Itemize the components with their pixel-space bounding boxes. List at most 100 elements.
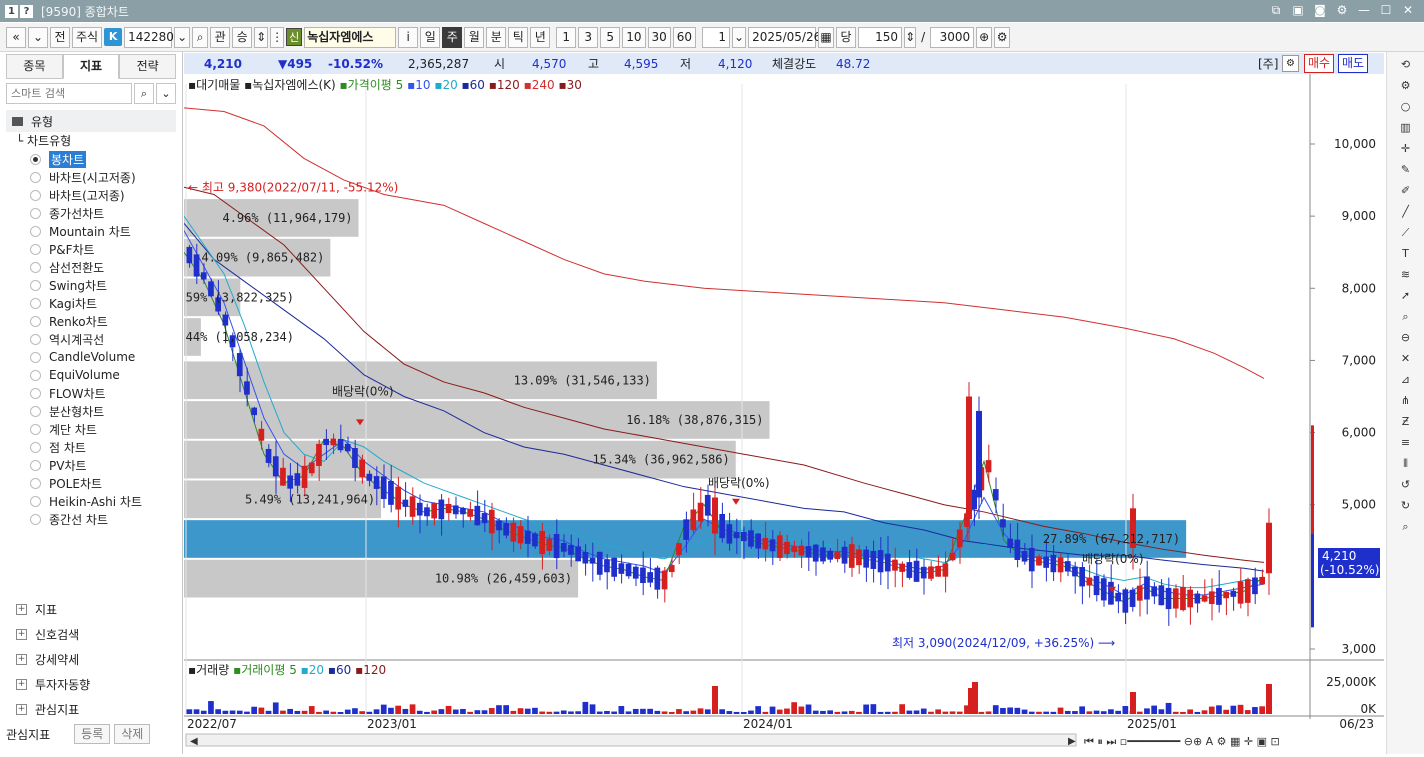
chart-type-item[interactable]: POLE차트 [30,474,182,492]
radio-icon[interactable] [30,423,41,435]
buy-button[interactable]: 매수 [1304,54,1335,73]
chart-type-item[interactable]: Kagi차트 [30,294,182,312]
radio-icon[interactable] [30,297,41,309]
zoom-icon[interactable]: ⌕ [1398,309,1414,325]
nav-down-button[interactable]: ⌄ [28,26,48,48]
undo-icon[interactable]: ↺ [1398,477,1414,493]
fan-icon[interactable]: ⊿ [1398,372,1414,388]
chart-type-item[interactable]: PV차트 [30,456,182,474]
chart-area[interactable]: ▪대기매물 ▪녹십자엠에스(K) ▪가격이평 5 ▪10 ▪20 ▪60 ▪12… [171,74,1384,754]
redo-icon[interactable]: ↻ [1398,498,1414,514]
chart-type-header[interactable]: └ 차트유형 [16,132,182,150]
period-tick-button[interactable]: 틱 [508,26,529,48]
radio-icon[interactable] [30,405,41,417]
jeon-button[interactable]: 전 [50,26,70,48]
period-minute-button[interactable]: 분 [486,26,507,48]
info-button[interactable]: i [398,26,419,48]
cross-icon[interactable]: ✕ [1398,351,1414,367]
count-stepper-icon[interactable]: ⇕ [904,26,917,48]
chart-type-item[interactable]: 종가선차트 [30,204,182,222]
chart-type-item[interactable]: 역시계곡선 [30,330,182,348]
interval-30-button[interactable]: 30 [647,26,671,48]
radio-icon[interactable] [30,189,41,201]
circle-icon[interactable]: ○ [1398,99,1414,115]
chart-type-item[interactable]: Mountain 차트 [30,222,182,240]
settings-icon[interactable]: ⚙ [994,26,1011,48]
stock-code-input[interactable]: 142280 [124,26,174,48]
chart-type-item[interactable]: 종간선 차트 [30,510,182,528]
radio-icon[interactable] [30,315,41,327]
search-icon[interactable]: ⌕ [134,83,154,104]
zoom-in-icon[interactable]: ⊕ [976,26,993,48]
trendline-icon[interactable]: ╱ [1398,204,1414,220]
vertical-lines-icon[interactable]: ⦀ [1398,456,1414,472]
dang-button[interactable]: 당 [836,26,857,48]
code-dropdown-icon[interactable]: ⌄ [174,26,191,48]
minimize-icon[interactable]: — [1356,2,1372,18]
chart-type-item[interactable]: 삼선전환도 [30,258,182,276]
radio-icon[interactable] [30,261,41,273]
scroll-icon[interactable]: ⋮ [270,26,285,48]
close-icon[interactable]: ✕ [1400,2,1416,18]
period-month-button[interactable]: 월 [464,26,485,48]
seung-button[interactable]: 승 [232,26,253,48]
radio-icon[interactable] [30,513,41,525]
camera-icon[interactable]: ◙ [1312,2,1328,18]
chart-type-item[interactable]: Swing차트 [30,276,182,294]
price-chart-svg[interactable]: ▪대기매물 ▪녹십자엠에스(K) ▪가격이평 5 ▪10 ▪20 ▪60 ▪12… [171,74,1384,754]
radio-icon[interactable] [30,243,41,255]
radio-icon[interactable] [30,225,41,237]
radio-icon[interactable] [30,171,41,183]
group-favorite[interactable]: + 관심지표 [6,697,176,722]
radio-icon[interactable] [30,279,41,291]
smart-search-input[interactable] [6,83,132,104]
gwan-button[interactable]: 관 [210,26,231,48]
pin-icon[interactable]: ▣ [1290,2,1306,18]
date-input[interactable]: 2025/05/26 [748,26,821,48]
cursor-icon[interactable]: ➚ [1398,288,1414,304]
gear-icon[interactable]: ⚙ [1334,2,1350,18]
type-section[interactable]: 유형 [6,110,176,132]
period-week-button[interactable]: 주 [442,26,463,48]
link-icon[interactable]: ⧉ [1268,2,1284,18]
group-strength[interactable]: + 강세약세 [6,647,176,672]
group-signal-search[interactable]: + 신호검색 [6,622,176,647]
expand-icon[interactable]: ⌄ [156,83,176,104]
chart-type-item[interactable]: 분산형차트 [30,402,182,420]
refresh-icon[interactable]: ⟲ [1398,57,1414,73]
chart-type-item[interactable]: FLOW차트 [30,384,182,402]
display-count-input[interactable]: 150 [858,26,903,48]
chart-type-item[interactable]: 점 차트 [30,438,182,456]
help-icon[interactable]: ? [20,4,33,18]
total-count-input[interactable]: 3000 [930,26,975,48]
tab-stock[interactable]: 종목 [6,54,63,79]
interval-1-button[interactable]: 1 [556,26,577,48]
sell-button[interactable]: 매도 [1338,54,1369,73]
bar-chart-icon[interactable]: ▥ [1398,120,1414,136]
market-type-button[interactable]: 주식 [72,26,103,48]
quote-settings-icon[interactable]: ⚙ [1282,55,1299,72]
radio-icon[interactable] [30,477,41,489]
chart-type-item[interactable]: 바차트(고저종) [30,186,182,204]
radio-icon[interactable] [30,207,41,219]
register-button[interactable]: 등록 [74,724,111,744]
chart-type-item[interactable]: 계단 차트 [30,420,182,438]
chart-type-item[interactable]: Renko차트 [30,312,182,330]
zoom-out-icon[interactable]: ⊖ [1398,330,1414,346]
interval-select[interactable]: 1 [702,26,731,48]
chart-type-item[interactable]: EquiVolume [30,366,182,384]
interval-60-button[interactable]: 60 [672,26,697,48]
pencil-icon[interactable]: ✎ [1398,162,1414,178]
crosshair-icon[interactable]: ✛ [1398,141,1414,157]
radio-icon[interactable] [30,369,41,381]
pitchfork-icon[interactable]: ⋔ [1398,393,1414,409]
interval-3-button[interactable]: 3 [578,26,599,48]
pencil-alt-icon[interactable]: ✐ [1398,183,1414,199]
gear-icon[interactable]: ⚙ [1398,78,1414,94]
group-investor[interactable]: + 투자자동향 [6,672,176,697]
group-indicator[interactable]: + 지표 [6,597,176,622]
interval-5-button[interactable]: 5 [600,26,621,48]
chart-type-item[interactable]: 바차트(시고저종) [30,168,182,186]
updown-stepper-icon[interactable]: ⇕ [254,26,269,48]
delete-button[interactable]: 삭제 [114,724,151,744]
